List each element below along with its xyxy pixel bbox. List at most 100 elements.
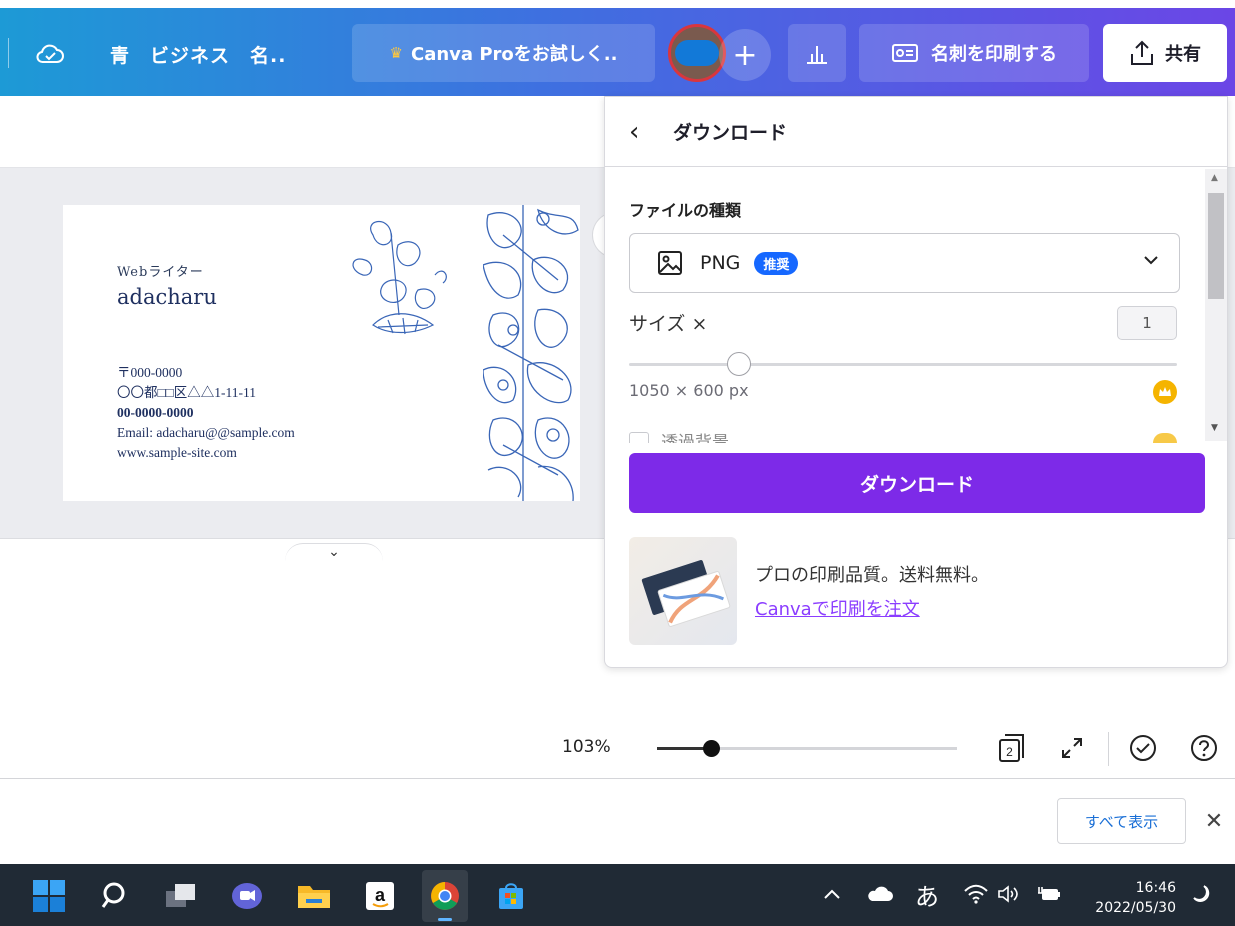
floral-pattern[interactable] xyxy=(483,205,580,501)
wifi-tray-icon[interactable] xyxy=(963,880,989,908)
size-slider[interactable] xyxy=(629,352,1177,376)
cloud-check-icon xyxy=(36,44,64,63)
print-promo-image xyxy=(629,537,737,645)
panel-scrollbar[interactable]: ▲ ▼ xyxy=(1205,169,1227,441)
card-name[interactable]: adacharu xyxy=(117,285,217,309)
volume-tray-icon[interactable] xyxy=(996,880,1022,908)
card-phone: 00-0000-0000 xyxy=(117,405,194,420)
size-multiplier-input[interactable]: 1 xyxy=(1117,306,1177,340)
share-button[interactable]: 共有 xyxy=(1103,24,1227,82)
try-canva-pro-button[interactable]: ♛ Canva Proをお試しく.. xyxy=(352,24,655,82)
back-chevron-icon[interactable]: ‹ xyxy=(629,117,659,147)
insights-button[interactable] xyxy=(788,24,846,82)
close-download-shelf-button[interactable]: ✕ xyxy=(1200,806,1228,836)
share-upload-icon xyxy=(1131,40,1153,65)
chrome-button[interactable] xyxy=(422,870,468,922)
zoom-percent[interactable]: 103% xyxy=(562,737,611,757)
battery-icon xyxy=(1038,887,1060,900)
system-clock[interactable]: 16:46 2022/05/30 xyxy=(1082,878,1176,918)
business-card-design[interactable]: Webライター adacharu 〒000-0000 〇〇都□□区△△1-11-… xyxy=(63,205,580,501)
cloud-icon xyxy=(868,886,893,901)
wifi-icon xyxy=(964,884,988,904)
pages-icon: 2 xyxy=(999,734,1024,762)
show-all-downloads-button[interactable]: すべて表示 xyxy=(1057,798,1186,844)
start-button[interactable] xyxy=(26,870,72,922)
download-panel-title: ダウンロード xyxy=(673,122,788,144)
chevron-up-icon xyxy=(824,889,840,899)
moon-icon xyxy=(1193,885,1210,902)
editor-header: 青 ビジネス 名.. ♛ Canva Proをお試しく.. + 名刺を印刷する … xyxy=(0,8,1235,96)
card-email: Email: adacharu@@sample.com xyxy=(117,425,295,440)
clock-time: 16:46 xyxy=(1135,880,1176,896)
file-type-select[interactable]: PNG 推奨 xyxy=(629,233,1180,293)
scroll-down-arrow-icon[interactable]: ▼ xyxy=(1211,423,1218,433)
taskbar-search-button[interactable] xyxy=(92,870,138,922)
teams-chat-button[interactable] xyxy=(224,870,270,922)
battery-tray-icon[interactable] xyxy=(1036,880,1062,908)
expand-icon xyxy=(1062,738,1082,758)
amazon-app-button[interactable]: a xyxy=(357,870,403,922)
fullscreen-button[interactable] xyxy=(1055,731,1089,765)
card-postal: 〒000-0000 xyxy=(117,365,183,380)
card-role[interactable]: Webライター xyxy=(117,261,204,280)
scroll-up-arrow-icon[interactable]: ▲ xyxy=(1211,173,1218,183)
check-circle-icon xyxy=(1130,735,1156,761)
help-icon xyxy=(1191,735,1217,761)
print-promo-text: プロの印刷品質。送料無料。 xyxy=(755,565,989,586)
flower-illustration[interactable] xyxy=(343,215,455,345)
download-panel: ‹ ダウンロード ファイルの種類 PNG 推奨 サイズ × 1 1050 × 6… xyxy=(604,96,1228,668)
file-type-label: ファイルの種類 xyxy=(629,201,742,220)
pro-crown-icon xyxy=(1153,380,1177,404)
card-contact-block[interactable]: 〒000-0000 〇〇都□□区△△1-11-11 00-0000-0000 E… xyxy=(117,363,295,463)
chat-icon xyxy=(232,883,262,909)
try-canva-pro-label: Canva Proをお試しく.. xyxy=(411,44,618,65)
design-title[interactable]: 青 ビジネス 名.. xyxy=(110,34,286,74)
clock-date: 2022/05/30 xyxy=(1095,900,1176,916)
card-address: 〇〇都□□区△△1-11-11 xyxy=(117,385,257,400)
onedrive-tray-icon[interactable] xyxy=(866,880,894,908)
speaker-icon xyxy=(998,885,1018,903)
pages-view-button[interactable]: 2 xyxy=(995,731,1029,765)
print-label: 名刺を印刷する xyxy=(931,44,1057,65)
svg-text:2: 2 xyxy=(1006,745,1013,759)
windows-logo-icon xyxy=(33,880,65,912)
print-business-cards-button[interactable]: 名刺を印刷する xyxy=(859,24,1089,82)
microsoft-store-button[interactable] xyxy=(488,870,534,922)
amazon-icon: a xyxy=(366,882,394,910)
avatar-image xyxy=(675,40,719,66)
transparent-background-checkbox[interactable] xyxy=(629,432,649,443)
chevron-down-icon xyxy=(1143,250,1159,271)
image-file-icon xyxy=(658,251,682,275)
folder-icon xyxy=(298,886,330,908)
transparent-background-label: 透過背景 xyxy=(661,433,729,443)
help-button[interactable] xyxy=(1187,731,1221,765)
zoom-slider[interactable] xyxy=(657,740,957,757)
dimensions-label: 1050 × 600 px xyxy=(629,381,749,400)
download-button[interactable]: ダウンロード xyxy=(629,453,1205,513)
crown-icon: ♛ xyxy=(389,44,403,62)
zoom-bar-divider xyxy=(1108,732,1109,766)
task-view-button[interactable] xyxy=(157,870,203,922)
header-divider xyxy=(8,38,9,68)
browser-download-shelf xyxy=(0,778,1235,864)
share-label: 共有 xyxy=(1165,44,1201,65)
size-slider-thumb[interactable] xyxy=(726,352,751,376)
file-explorer-button[interactable] xyxy=(291,870,337,922)
notifications-button[interactable] xyxy=(1190,880,1212,908)
order-print-link[interactable]: Canvaで印刷を注文 xyxy=(755,595,920,621)
card-website: www.sample-site.com xyxy=(117,445,237,460)
download-panel-header: ‹ ダウンロード xyxy=(605,97,1227,167)
scrollbar-thumb[interactable] xyxy=(1208,193,1224,299)
store-icon xyxy=(499,883,523,909)
cloud-sync-button[interactable] xyxy=(28,34,72,74)
ime-indicator[interactable]: あ xyxy=(915,880,939,911)
zoom-slider-thumb[interactable] xyxy=(703,740,720,757)
check-button[interactable] xyxy=(1126,731,1160,765)
user-avatar[interactable] xyxy=(668,24,726,82)
chevron-down-icon: ⌄ xyxy=(328,544,340,560)
transparent-background-option[interactable]: 透過背景 xyxy=(629,432,729,443)
notes-collapse-toggle[interactable]: ⌄ xyxy=(285,543,383,565)
add-collaborator-button[interactable]: + xyxy=(719,29,771,81)
svg-text:a: a xyxy=(375,885,386,905)
tray-overflow-chevron[interactable] xyxy=(822,880,842,908)
